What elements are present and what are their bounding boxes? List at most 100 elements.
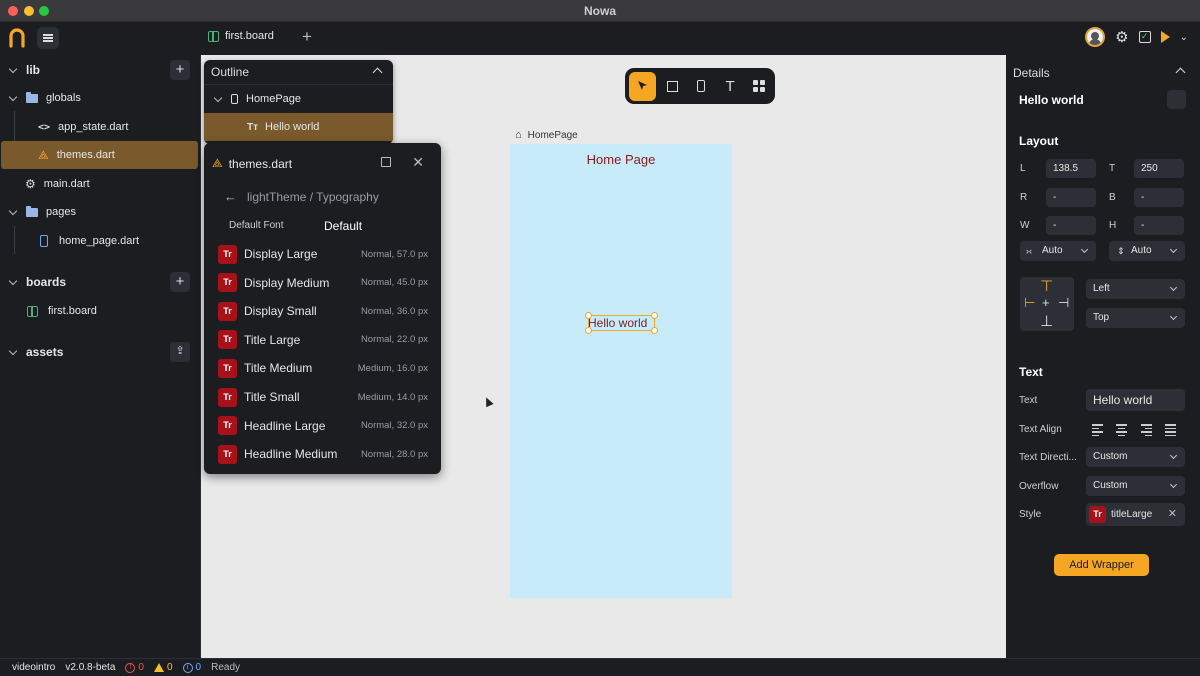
checklist-icon[interactable]: ✓ (1138, 31, 1151, 43)
open-external-icon[interactable] (381, 157, 391, 167)
details-panel: Details Hello world Layout L 138.5 T 250… (1006, 60, 1196, 654)
chevron-down-icon (8, 64, 18, 73)
home-page-screen[interactable]: Home Page Hello world (510, 144, 732, 598)
typography-style-row[interactable]: Tr Headline Medium Normal, 28.0 px (218, 443, 428, 465)
collapse-chevron-icon[interactable] (1175, 67, 1186, 78)
settings-gear-icon[interactable]: ⚙ (1115, 28, 1128, 46)
align-center-text-icon[interactable] (1112, 421, 1131, 439)
resize-handle[interactable] (585, 327, 592, 334)
text-icon: Tт (247, 121, 259, 133)
resize-handle[interactable] (585, 312, 592, 319)
avatar[interactable] (1085, 27, 1106, 47)
breadcrumb: ← lightTheme / Typography (224, 189, 379, 204)
home-icon: ⌂ (515, 129, 522, 141)
select-tool-button[interactable] (629, 71, 657, 101)
error-count[interactable]: ! 0 (125, 662, 144, 673)
file-home-page[interactable]: home_page.dart (0, 227, 199, 255)
info-icon: i (182, 662, 193, 673)
remove-style-icon[interactable]: ✕ (1168, 507, 1177, 520)
text-input[interactable]: Hello world (1086, 389, 1185, 411)
style-meta: Normal, 22.0 px (360, 334, 428, 346)
typography-style-row[interactable]: Tr Display Large Normal, 57.0 px (218, 243, 428, 265)
typography-style-row[interactable]: Tr Title Small Medium, 14.0 px (218, 386, 428, 408)
outline-item-homepage[interactable]: HomePage (204, 85, 393, 113)
container-tool-button[interactable] (660, 73, 685, 99)
upload-asset-button[interactable]: ⇪ (170, 342, 190, 362)
outline-item-hello-world[interactable]: Tт Hello world (204, 113, 393, 141)
boards-label: boards (26, 275, 67, 289)
chevron-down-icon[interactable]: ⌄ (1180, 32, 1188, 43)
typography-style-row[interactable]: Tr Title Large Normal, 22.0 px (218, 329, 428, 351)
add-tab-button[interactable]: + (302, 27, 312, 47)
height-mode-dropdown[interactable]: ⇕ Auto (1109, 241, 1185, 261)
text-t-icon: T (725, 77, 735, 95)
folder-pages[interactable]: pages (0, 198, 199, 226)
resize-handle[interactable] (651, 327, 658, 334)
folder-label: pages (46, 206, 76, 218)
justify-text-icon[interactable] (1161, 421, 1180, 439)
theme-icon: ⟁ (212, 156, 223, 170)
typography-style-row[interactable]: Tr Headline Large Normal, 32.0 px (218, 415, 428, 437)
add-file-button[interactable]: + (170, 60, 190, 80)
bottom-field[interactable]: - (1134, 188, 1184, 207)
right-field[interactable]: - (1046, 188, 1096, 207)
run-play-icon[interactable] (1160, 31, 1170, 43)
screen-tool-button[interactable] (689, 73, 714, 99)
alignment-picker[interactable]: ⊤ ⊢ + ⊣ ⊥ (1020, 277, 1074, 331)
widget-type-icon[interactable] (1167, 90, 1186, 109)
screen-label[interactable]: ⌂ HomePage (515, 129, 578, 141)
left-field[interactable]: 138.5 (1046, 159, 1096, 178)
align-right-text-icon[interactable] (1137, 421, 1156, 439)
style-chip[interactable]: Tr titleLarge ✕ (1086, 503, 1185, 526)
info-count[interactable]: i 0 (182, 662, 201, 673)
resize-handle[interactable] (651, 312, 658, 319)
folder-globals[interactable]: globals (0, 84, 199, 112)
style-name: Display Large (244, 247, 318, 261)
overflow-label: Overflow (1019, 481, 1059, 492)
width-label: W (1020, 220, 1030, 231)
add-wrapper-button[interactable]: Add Wrapper (1054, 554, 1149, 576)
file-app-state[interactable]: <> app_state.dart (0, 113, 199, 141)
warning-count[interactable]: 0 (153, 662, 173, 673)
page-title-text[interactable]: Home Page (510, 152, 732, 167)
menu-button[interactable] (37, 27, 59, 49)
horizontal-align-dropdown[interactable]: Left (1086, 279, 1185, 299)
assets-section-header[interactable]: assets ⇪ (0, 338, 199, 366)
align-left-text-icon[interactable] (1088, 421, 1107, 439)
typography-icon: Tr (218, 358, 237, 378)
file-themes[interactable]: ⟁ themes.dart (1, 141, 198, 169)
add-board-button[interactable]: + (170, 272, 190, 292)
vertical-align-dropdown[interactable]: Top (1086, 308, 1185, 328)
board-first[interactable]: first.board (0, 297, 199, 325)
warning-count-text: 0 (166, 662, 173, 673)
boards-section-header[interactable]: boards + (0, 268, 199, 296)
close-icon[interactable]: ✕ (412, 154, 424, 171)
widgets-tool-button[interactable] (746, 73, 771, 99)
style-meta: Normal, 28.0 px (360, 448, 428, 460)
typography-style-row[interactable]: Tr Display Small Normal, 36.0 px (218, 300, 428, 322)
width-mode-dropdown[interactable]: ›‹ Auto (1020, 241, 1096, 261)
chevron-down-icon (8, 276, 18, 285)
height-field[interactable]: - (1134, 216, 1184, 235)
text-section-title: Text (1019, 365, 1043, 379)
outline-item-label: Hello world (265, 121, 320, 133)
selected-widget-name: Hello world (1019, 93, 1084, 107)
style-meta: Normal, 32.0 px (360, 420, 428, 432)
nowa-logo-icon (9, 28, 25, 48)
file-main[interactable]: ⚙ main.dart (0, 170, 199, 198)
canvas-tool-bar: T (625, 68, 775, 104)
back-arrow-icon[interactable]: ← (224, 189, 237, 204)
overflow-dropdown[interactable]: Custom (1086, 476, 1185, 496)
text-tool-button[interactable]: T (718, 73, 743, 99)
typography-style-row[interactable]: Tr Display Medium Normal, 45.0 px (218, 272, 428, 294)
tab-first-board[interactable]: first.board (208, 30, 274, 42)
text-direction-dropdown[interactable]: Custom (1086, 447, 1185, 467)
horizontal-size-icon: ›‹ (1026, 246, 1032, 256)
width-field[interactable]: - (1046, 216, 1096, 235)
default-font-value[interactable]: Default (324, 219, 362, 233)
typography-style-row[interactable]: Tr Title Medium Medium, 16.0 px (218, 357, 428, 379)
typography-icon: Tr (218, 273, 237, 293)
selection-box[interactable] (588, 315, 655, 331)
top-field[interactable]: 250 (1134, 159, 1184, 178)
lib-section-header[interactable]: lib + (0, 56, 199, 84)
